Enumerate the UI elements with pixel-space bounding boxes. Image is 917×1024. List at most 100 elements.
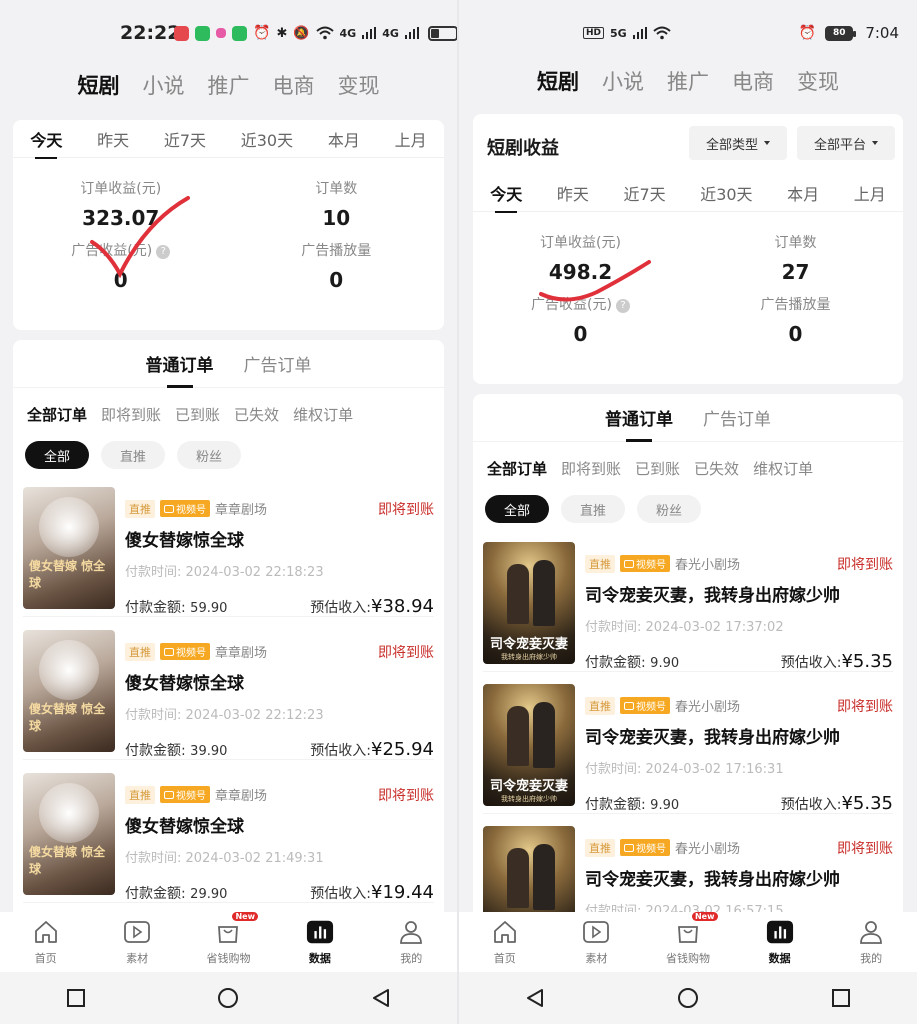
- date-tab-this-month[interactable]: 本月: [328, 127, 360, 151]
- date-tab-30days[interactable]: 近30天: [241, 127, 293, 151]
- status-tab-dispute[interactable]: 维权订单: [293, 404, 353, 425]
- wifi-icon: [315, 26, 334, 40]
- status-tab-expired[interactable]: 已失效: [694, 458, 739, 479]
- back-icon[interactable]: [370, 987, 392, 1009]
- stats-grid: 订单收益(元) 323.07 订单数 10 广告收益(元)? 0 广告播放量 0: [13, 158, 444, 292]
- date-tab-last-month[interactable]: 上月: [854, 181, 886, 205]
- nav-tab-monetize[interactable]: 变现: [338, 70, 380, 100]
- date-tab-7days[interactable]: 近7天: [164, 127, 206, 151]
- stat-label: 订单数: [315, 181, 358, 197]
- filter-type-dropdown[interactable]: 全部类型: [689, 126, 787, 160]
- orders-card: 普通订单 广告订单 全部订单 即将到账 已到账 已失效 维权订单 全部 直推 粉…: [473, 394, 903, 914]
- tab-label: 我的: [400, 952, 423, 965]
- tab-home[interactable]: 首页: [475, 918, 535, 966]
- order-item[interactable]: 傻女替嫁 惊全球 直推 视频号 章章剧场 即将到账 傻女替嫁惊全球 付款时间: …: [23, 487, 434, 617]
- status-tab-pending[interactable]: 即将到账: [101, 404, 161, 425]
- order-item[interactable]: 傻女替嫁 惊全球 直推 视频号 章章剧场 即将到账 傻女替嫁惊全球 付款时间: …: [23, 773, 434, 903]
- date-tab-7days[interactable]: 近7天: [623, 181, 665, 205]
- back-icon[interactable]: [524, 987, 546, 1009]
- est-income-label: 预估收入:: [780, 655, 842, 671]
- nav-tab-short-drama[interactable]: 短剧: [78, 70, 120, 100]
- video-channel-icon: [624, 843, 634, 852]
- earnings-summary-card: 今天 昨天 近7天 近30天 本月 上月 订单收益(元) 323.07 订单数 …: [13, 120, 444, 330]
- battery-icon: 80: [825, 25, 857, 41]
- status-tab-dispute[interactable]: 维权订单: [753, 458, 813, 479]
- home-button-icon[interactable]: [676, 986, 700, 1010]
- status-tab-all[interactable]: 全部订单: [487, 458, 547, 479]
- tab-normal-orders[interactable]: 普通订单: [605, 405, 673, 430]
- pay-amount: 59.90: [190, 601, 228, 616]
- order-item[interactable]: 司令宠妾灭妻 我转身出府嫁少帅 直推 视频号 春光小剧场 即将到账 司令宠妾灭妻…: [483, 684, 893, 814]
- recent-apps-icon[interactable]: [65, 987, 87, 1009]
- chip-fans[interactable]: 粉丝: [637, 495, 701, 523]
- nav-tab-promote[interactable]: 推广: [667, 66, 709, 96]
- tab-me[interactable]: 我的: [381, 918, 441, 966]
- tab-me[interactable]: 我的: [841, 918, 901, 966]
- tab-label: 数据: [308, 952, 331, 965]
- nav-tab-short-drama[interactable]: 短剧: [537, 66, 579, 96]
- home-icon: [32, 918, 60, 946]
- wechat-icon: [232, 25, 247, 41]
- chip-all[interactable]: 全部: [25, 441, 89, 469]
- order-item[interactable]: 直推 视频号 春光小剧场 即将到账 司令宠妾灭妻，我转身出府嫁少帅 付款时间: …: [483, 826, 893, 914]
- new-badge: New: [232, 912, 258, 921]
- tab-normal-orders[interactable]: 普通订单: [146, 351, 214, 376]
- video-channel-tag: 视频号: [160, 786, 210, 803]
- date-tab-yesterday[interactable]: 昨天: [557, 181, 589, 205]
- order-item[interactable]: 傻女替嫁 惊全球 直推 视频号 章章剧场 即将到账 傻女替嫁惊全球 付款时间: …: [23, 630, 434, 760]
- chip-fans[interactable]: 粉丝: [177, 441, 241, 469]
- nav-tab-ecommerce[interactable]: 电商: [732, 66, 774, 96]
- date-range-tabs: 今天 昨天 近7天 近30天 本月 上月: [13, 120, 444, 158]
- drama-title: 司令宠妾灭妻，我转身出府嫁少帅: [585, 586, 840, 606]
- user-icon: [397, 918, 425, 946]
- chip-direct[interactable]: 直推: [101, 441, 165, 469]
- status-tab-expired[interactable]: 已失效: [234, 404, 279, 425]
- stat-order-count: 订单数 27: [688, 232, 903, 284]
- nav-tab-novel[interactable]: 小说: [602, 66, 644, 96]
- tab-shopping[interactable]: New 省钱购物: [198, 912, 258, 966]
- tab-label: 首页: [34, 952, 57, 965]
- system-nav-bar: [0, 972, 457, 1024]
- help-icon[interactable]: ?: [156, 245, 171, 259]
- stat-ad-earnings: 广告收益(元)? 0: [473, 294, 688, 346]
- tab-data[interactable]: 数据: [290, 918, 350, 966]
- video-channel-icon: [164, 647, 174, 656]
- tab-shopping[interactable]: New 省钱购物: [658, 912, 718, 966]
- nav-tab-ecommerce[interactable]: 电商: [273, 70, 315, 100]
- status-tab-pending[interactable]: 即将到账: [561, 458, 621, 479]
- date-tab-today[interactable]: 今天: [490, 181, 522, 205]
- tab-materials[interactable]: 素材: [107, 918, 167, 966]
- recent-apps-icon[interactable]: [830, 987, 852, 1009]
- status-bar: HD 5G ⏰ 80 7:04: [459, 18, 917, 48]
- help-icon[interactable]: ?: [615, 299, 630, 313]
- tab-data[interactable]: 数据: [750, 918, 810, 966]
- date-tab-this-month[interactable]: 本月: [787, 181, 819, 205]
- tab-materials[interactable]: 素材: [566, 918, 626, 966]
- date-tab-last-month[interactable]: 上月: [395, 127, 427, 151]
- nav-tab-novel[interactable]: 小说: [143, 70, 185, 100]
- wifi-icon: [653, 26, 671, 40]
- tab-ad-orders[interactable]: 广告订单: [244, 351, 312, 376]
- order-status: 即将到账: [378, 788, 434, 804]
- order-item[interactable]: 司令宠妾灭妻 我转身出府嫁少帅 直推 视频号 春光小剧场 即将到账 司令宠妾灭妻…: [483, 542, 893, 672]
- video-channel-tag: 视频号: [160, 500, 210, 517]
- status-tab-received[interactable]: 已到账: [635, 458, 680, 479]
- order-status: 即将到账: [837, 841, 893, 857]
- chip-all[interactable]: 全部: [485, 495, 549, 523]
- nav-tab-monetize[interactable]: 变现: [797, 66, 839, 96]
- status-tab-all[interactable]: 全部订单: [27, 404, 87, 425]
- chip-direct[interactable]: 直推: [561, 495, 625, 523]
- date-tab-yesterday[interactable]: 昨天: [97, 127, 129, 151]
- pay-amount-label: 付款金额:: [585, 797, 646, 813]
- stat-value: 0: [788, 322, 803, 346]
- date-tab-today[interactable]: 今天: [30, 127, 62, 151]
- poster-subtitle: 我转身出府嫁少帅: [501, 795, 557, 803]
- filter-platform-dropdown[interactable]: 全部平台: [797, 126, 895, 160]
- status-tab-received[interactable]: 已到账: [175, 404, 220, 425]
- tab-home[interactable]: 首页: [16, 918, 76, 966]
- nav-tab-promote[interactable]: 推广: [208, 70, 250, 100]
- date-tab-30days[interactable]: 近30天: [700, 181, 752, 205]
- pay-amount: 39.90: [190, 744, 228, 759]
- home-button-icon[interactable]: [216, 986, 240, 1010]
- tab-ad-orders[interactable]: 广告订单: [703, 405, 771, 430]
